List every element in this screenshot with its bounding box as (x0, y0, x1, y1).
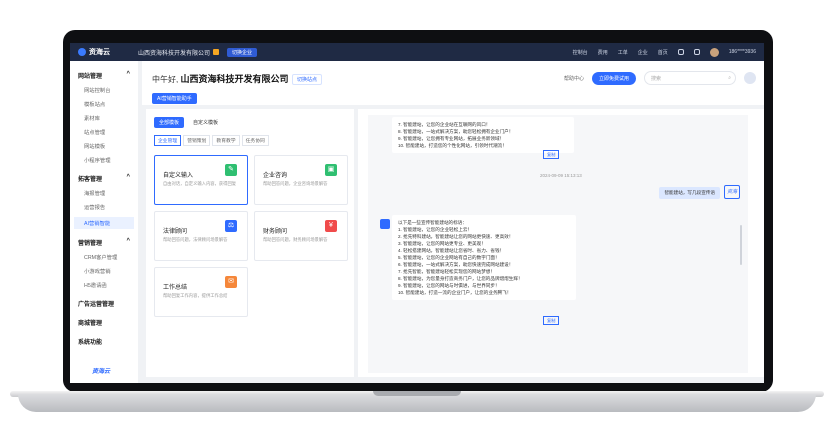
tab-custom-templates[interactable]: 自定义模板 (188, 117, 223, 128)
free-trial-button[interactable]: 立即免费试用 (591, 71, 636, 85)
verified-shield-icon (213, 49, 220, 55)
chevron-up-icon: ^ (126, 174, 130, 180)
search-input[interactable]: 搜索 ⌕ (644, 71, 736, 85)
edit-icon: ✎ (225, 164, 237, 176)
greeting: 中午好, 山西资海科技开发有限公司 (152, 74, 289, 84)
tab-all-templates[interactable]: 全部模板 (154, 117, 185, 128)
tab-collaboration[interactable]: 任务协同 (241, 135, 269, 146)
sidebar-section-marketing[interactable]: 营销管理 ^ (70, 238, 138, 247)
sidebar-section-mall[interactable]: 商城管理 (70, 318, 138, 327)
company-name: 山西资海科技开发有限公司 (180, 74, 289, 84)
profile-avatar[interactable] (744, 72, 756, 84)
card-desc: 帮助回答问题，法律顾问场景解答 (163, 237, 228, 242)
template-panel: 全部模板 自定义模板 企业管理 营销策划 教育教学 任务协同 自定义输入 自由对… (146, 109, 354, 377)
sidebar-section-ads[interactable]: 广告运营管理 (70, 299, 138, 308)
chat-history[interactable]: 7. 智能建站，让您的企业站在互联网的风口！ 8. 智能建站，一站式解决方案，助… (368, 115, 748, 373)
card-title: 法律顾问 (163, 229, 188, 235)
sidebar-item[interactable]: H5邀请函 (70, 281, 138, 289)
chat-panel: 7. 智能建站，让您的企业站在互联网的风口！ 8. 智能建站，一站式解决方案，助… (358, 109, 764, 377)
template-card[interactable]: 自定义输入 自由对话，自定义输入内容，获得回复 ✎ (154, 155, 248, 205)
template-card[interactable]: 工作总结 帮助回复工作内容，提供工作总结 ✉ (154, 267, 248, 317)
card-desc: 帮助回复工作内容，提供工作总结 (163, 293, 228, 298)
card-title: 自定义输入 (163, 173, 194, 179)
settings-icon[interactable] (693, 49, 700, 55)
user-chat-avatar: 资海 (724, 185, 740, 199)
user-phone[interactable]: 186****3936 (729, 49, 756, 55)
logo-text: 资海云 (89, 49, 110, 56)
copy-button[interactable]: 复制 (543, 150, 560, 159)
sidebar-brand-logo: 资海云 (92, 369, 111, 375)
sidebar-item[interactable]: 站点管理 (70, 128, 138, 136)
category-tabs: 企业管理 营销策划 教育教学 任务协同 (154, 135, 269, 146)
sidebar-section-website[interactable]: 网站管理 ^ (70, 71, 138, 80)
sidebar-item[interactable]: 运营报告 (70, 203, 138, 211)
sidebar-section-system[interactable]: 系统功能 (70, 337, 138, 346)
card-desc: 自由对话，自定义输入内容，获得回复 (163, 181, 237, 186)
sidebar-item[interactable]: 小程序管理 (70, 156, 138, 164)
nav-company[interactable]: 企业 (638, 49, 648, 56)
template-tabs: 全部模板 自定义模板 (154, 117, 223, 128)
template-card[interactable]: 财务顾问 帮助回答问题，财务顾问场景解答 ¥ (254, 211, 348, 261)
top-nav: 控制台 费用 工单 企业 首页 186****3936 (573, 47, 764, 57)
ai-assistant-tag[interactable]: AI营销智能助手 (152, 93, 197, 104)
bot-avatar-icon (380, 219, 390, 229)
sidebar-item[interactable]: 素材库 (70, 114, 138, 122)
nav-fees[interactable]: 费用 (598, 49, 608, 56)
card-title: 工作总结 (163, 285, 188, 291)
main-area: 中午好, 山西资海科技开发有限公司 切换站点 AI营销智能助手 帮助中心 立即免… (142, 61, 764, 383)
chevron-up-icon: ^ (126, 71, 130, 77)
copy-button[interactable]: 复制 (543, 316, 560, 325)
card-title: 财务顾问 (263, 229, 288, 235)
user-message: 智能建站，写几段宣传语 (659, 187, 720, 199)
switch-site-button[interactable]: 切换站点 (292, 74, 323, 85)
enterprise-icon: ▣ (325, 164, 337, 176)
sidebar-item[interactable]: 小游戏营销 (70, 267, 138, 275)
help-center-link[interactable]: 帮助中心 (564, 75, 584, 82)
template-card[interactable]: 法律顾问 帮助回答问题，法律顾问场景解答 ⚖ (154, 211, 248, 261)
card-desc: 帮助回答问题，企业咨询场景解答 (263, 181, 328, 186)
user-avatar[interactable] (709, 47, 719, 57)
template-card[interactable]: 企业咨询 帮助回答问题，企业咨询场景解答 ▣ (254, 155, 348, 205)
card-title: 企业咨询 (263, 173, 288, 179)
report-icon: ✉ (225, 276, 237, 288)
bot-message: 7. 智能建站，让您的企业站在互联网的风口！ 8. 智能建站，一站式解决方案，助… (392, 117, 574, 153)
laptop-notch (373, 391, 461, 396)
sidebar-item[interactable]: 网站控制台 (70, 86, 138, 94)
page-header: 中午好, 山西资海科技开发有限公司 切换站点 AI营销智能助手 帮助中心 立即免… (142, 61, 764, 105)
sidebar: 网站管理 ^ 网站控制台 模板站点 素材库 站点管理 网站模板 小程序管理 拓客管… (70, 61, 138, 383)
app-screen: 资海云 山西资海科技开发有限公司 切换企业 控制台 费用 工单 企业 首页 18… (70, 43, 764, 383)
tab-education[interactable]: 教育教学 (212, 135, 240, 146)
tab-enterprise[interactable]: 企业管理 (154, 135, 182, 146)
tab-marketing[interactable]: 营销策划 (183, 135, 211, 146)
logo-icon (78, 48, 86, 56)
sidebar-item[interactable]: CRM客户管理 (70, 253, 138, 261)
nav-tickets[interactable]: 工单 (618, 49, 628, 56)
law-icon: ⚖ (225, 220, 237, 232)
message-icon[interactable] (677, 49, 684, 55)
header-actions: 帮助中心 立即免费试用 搜索 ⌕ (564, 71, 756, 85)
current-company: 山西资海科技开发有限公司 (138, 50, 211, 57)
sidebar-item[interactable]: 模板站点 (70, 100, 138, 108)
top-bar: 资海云 山西资海科技开发有限公司 切换企业 控制台 费用 工单 企业 首页 18… (70, 43, 764, 61)
switch-company-button[interactable]: 切换企业 (227, 47, 258, 57)
sidebar-item[interactable]: 网站模板 (70, 142, 138, 150)
finance-icon: ¥ (325, 220, 337, 232)
chevron-up-icon: ^ (126, 238, 130, 244)
message-timestamp: 2024-09-09 15:13:13 (540, 173, 582, 178)
chat-scrollbar[interactable] (740, 225, 742, 265)
sidebar-item-active[interactable]: AI营销智能 (74, 217, 134, 229)
sidebar-item[interactable]: 海报管理 (70, 189, 138, 197)
search-icon: ⌕ (728, 75, 731, 81)
nav-home[interactable]: 首页 (658, 49, 668, 56)
app-logo[interactable]: 资海云 (70, 47, 132, 57)
card-desc: 帮助回答问题，财务顾问场景解答 (263, 237, 328, 242)
nav-console[interactable]: 控制台 (573, 49, 588, 56)
sidebar-section-leads[interactable]: 拓客管理 ^ (70, 174, 138, 183)
bot-message: 以下是一些宣传智能建站的标语： 1. 智能建站，让您的企业轻松上云！ 2. 抢先… (392, 215, 576, 300)
laptop-base (18, 394, 816, 412)
